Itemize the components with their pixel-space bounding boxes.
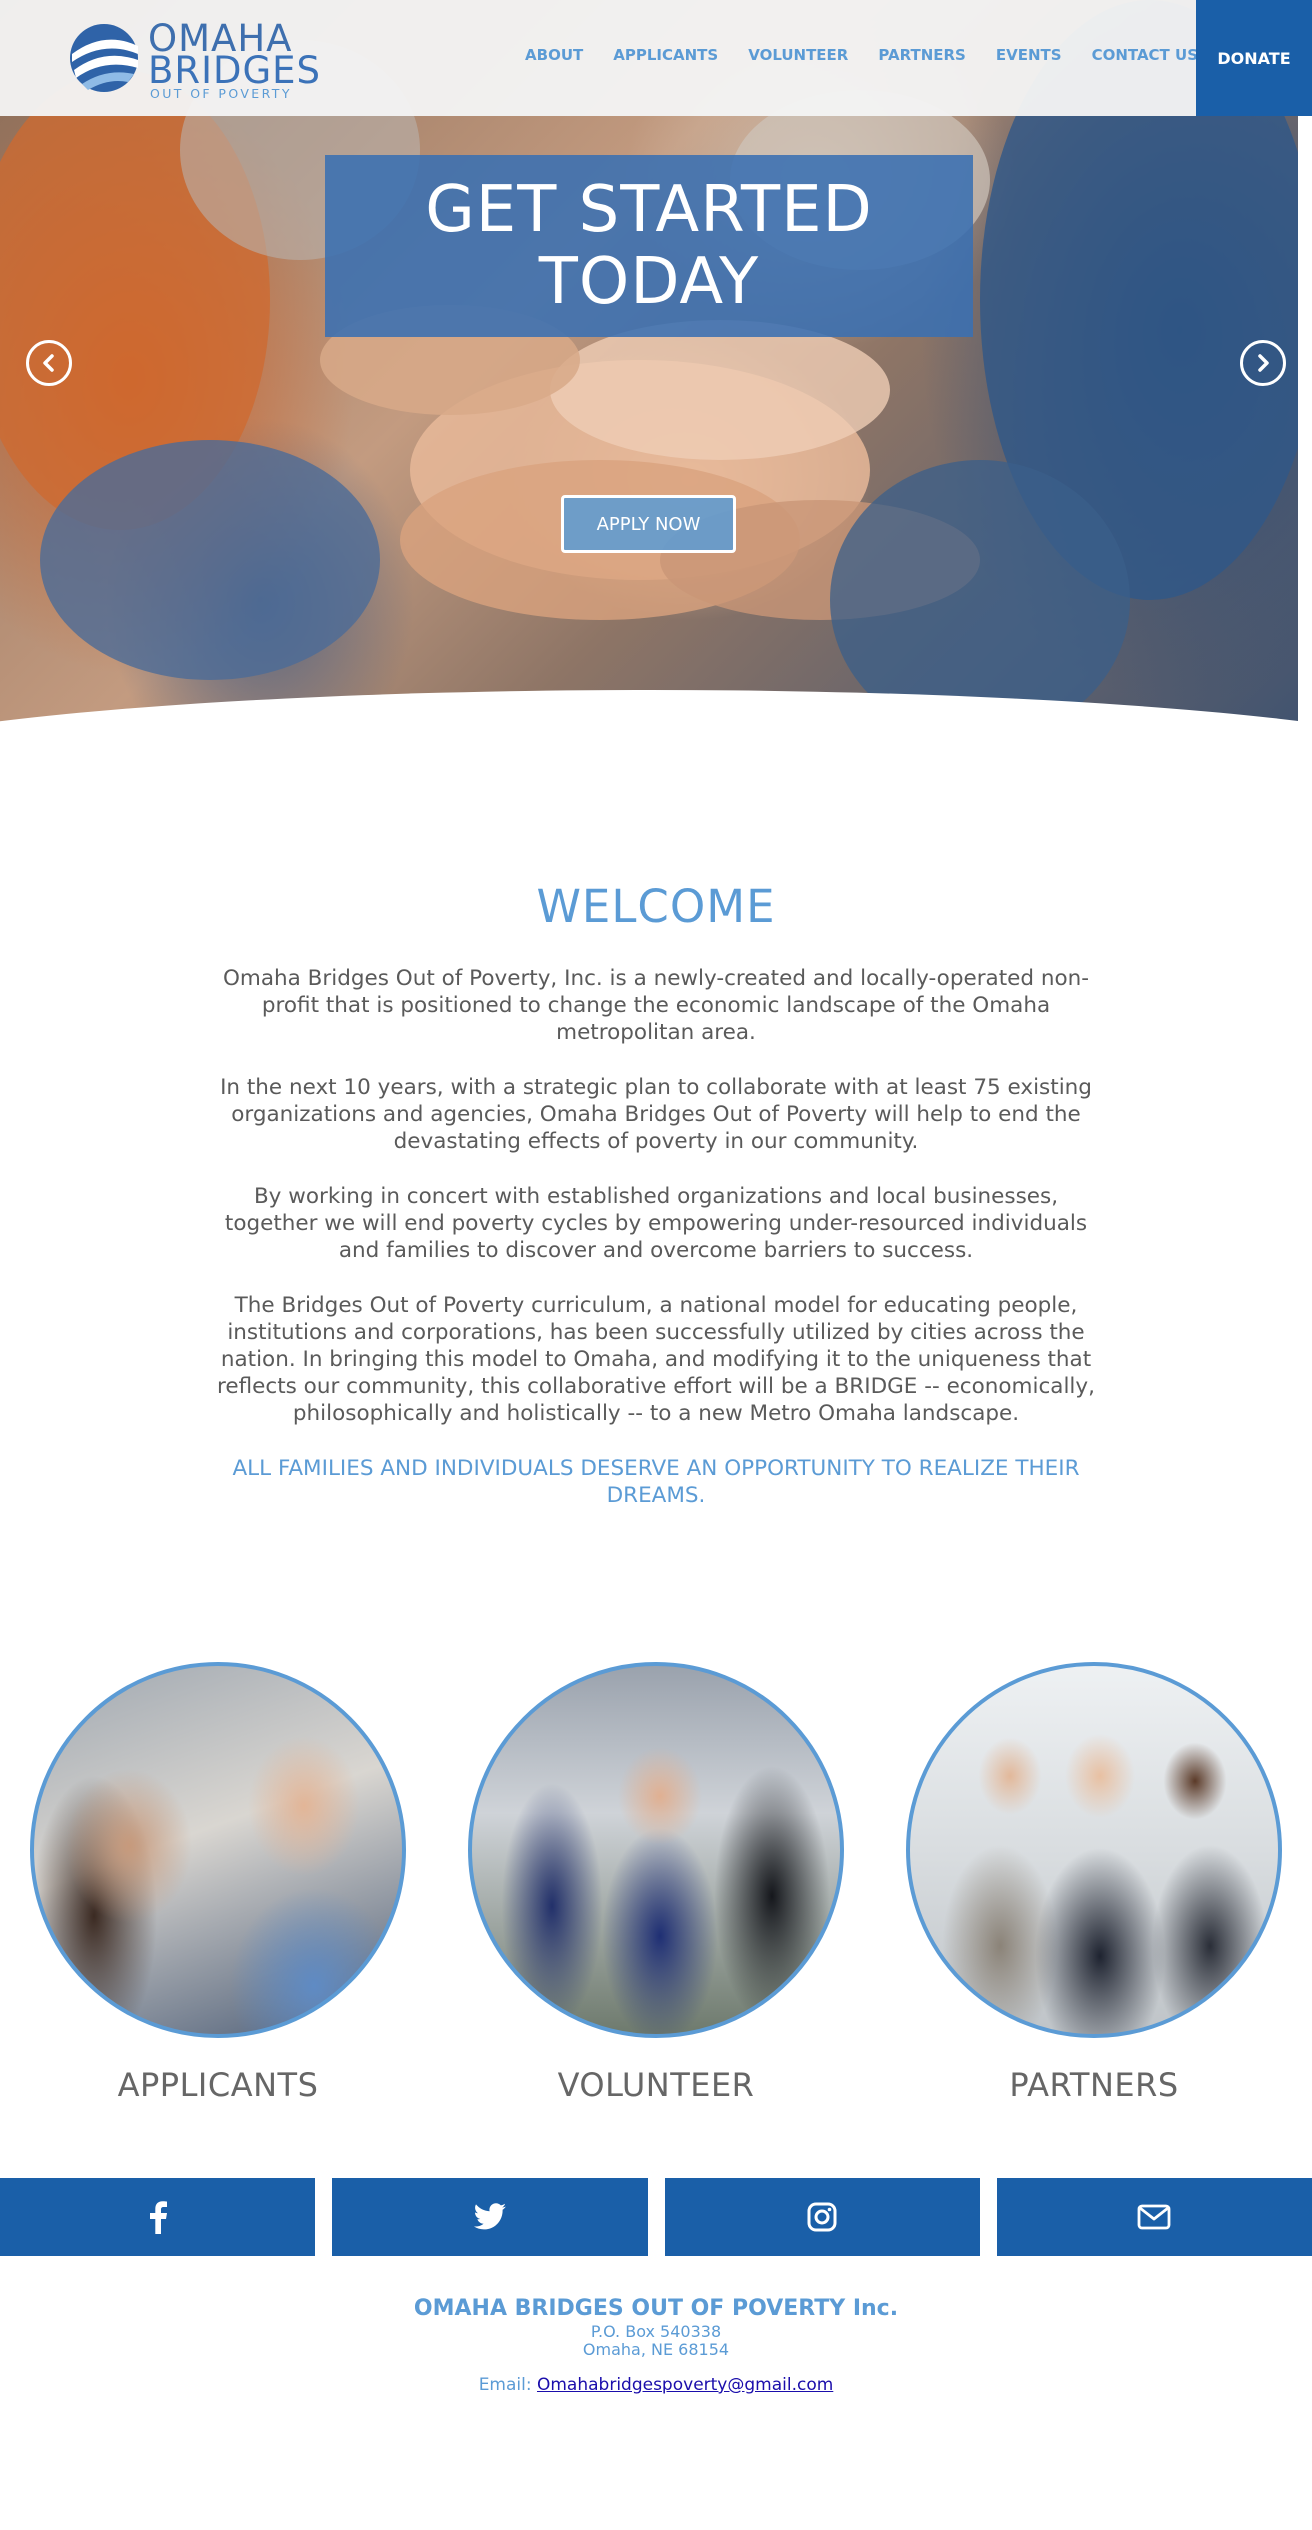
welcome-paragraph: In the next 10 years, with a strategic p…	[220, 1075, 1092, 1154]
chevron-right-icon	[1258, 354, 1269, 372]
card-label-applicants[interactable]: APPLICANTS	[28, 2066, 408, 2104]
carousel-next-button[interactable]	[1240, 340, 1286, 386]
applicants-photo[interactable]	[30, 1662, 406, 2038]
footer-email-link[interactable]: Omahabridgespoverty@gmail.com	[537, 2375, 833, 2395]
welcome-paragraph: By working in concert with established o…	[224, 1184, 1088, 1263]
nav-applicants[interactable]: APPLICANTS	[613, 46, 718, 64]
email-icon	[1137, 2204, 1171, 2230]
card-volunteer[interactable]: VOLUNTEER	[466, 1662, 846, 2104]
partners-photo[interactable]	[906, 1662, 1282, 2038]
bridge-logo-icon	[70, 24, 138, 92]
hero-title-box: GET STARTED TODAY	[325, 155, 973, 337]
logo-text-tagline: OUT OF POVERTY	[150, 86, 292, 101]
twitter-button[interactable]	[332, 2178, 648, 2256]
apply-now-button[interactable]: APPLY NOW	[561, 495, 736, 553]
email-button[interactable]	[996, 2178, 1312, 2256]
logo-text-bridges: BRIDGES	[148, 49, 322, 92]
page-edge	[1298, 116, 1312, 760]
nav-partners[interactable]: PARTNERS	[878, 46, 966, 64]
nav-events[interactable]: EVENTS	[996, 46, 1062, 64]
card-partners[interactable]: PARTNERS	[904, 1662, 1284, 2104]
program-cards: APPLICANTS VOLUNTEER PARTNERS	[0, 1662, 1312, 2112]
nav-volunteer[interactable]: VOLUNTEER	[748, 46, 848, 64]
footer-address-line-1: P.O. Box 540338	[590, 2322, 722, 2341]
card-label-volunteer[interactable]: VOLUNTEER	[466, 2066, 846, 2104]
site-logo[interactable]: OMAHA BRIDGES OUT OF POVERTY	[68, 18, 320, 101]
facebook-button[interactable]	[0, 2178, 316, 2256]
nav-about[interactable]: ABOUT	[525, 46, 583, 64]
facebook-icon	[149, 2201, 167, 2234]
nav-contact-us[interactable]: CONTACT US	[1092, 46, 1198, 64]
welcome-tagline: ALL FAMILIES AND INDIVIDUALS DESERVE AN …	[232, 1456, 1080, 1508]
main-nav: ABOUT APPLICANTS VOLUNTEER PARTNERS EVEN…	[525, 46, 1198, 64]
carousel-prev-button[interactable]	[26, 340, 72, 386]
instagram-button[interactable]	[664, 2178, 980, 2256]
welcome-paragraph: The Bridges Out of Poverty curriculum, a…	[217, 1293, 1095, 1426]
chevron-left-icon	[43, 354, 54, 372]
social-bar	[0, 2178, 1312, 2256]
site-header: OMAHA BRIDGES OUT OF POVERTY ABOUT APPLI…	[0, 0, 1312, 116]
footer-email: Email: Omahabridgespoverty@gmail.com	[0, 2375, 1312, 2395]
welcome-title: WELCOME	[536, 880, 776, 933]
card-applicants[interactable]: APPLICANTS	[28, 1662, 408, 2104]
site-footer: OMAHA BRIDGES OUT OF POVERTY Inc. P.O. B…	[0, 2296, 1312, 2395]
welcome-section: WELCOME Omaha Bridges Out of Poverty, In…	[0, 880, 1312, 1509]
card-label-partners[interactable]: PARTNERS	[904, 2066, 1284, 2104]
hero-title-line-2: TODAY	[538, 245, 760, 319]
footer-email-label: Email:	[478, 2375, 537, 2395]
instagram-icon	[807, 2202, 837, 2232]
donate-button[interactable]: DONATE	[1196, 0, 1312, 116]
twitter-icon	[473, 2203, 506, 2230]
footer-address-line-2: Omaha, NE 68154	[582, 2340, 730, 2359]
hero-title-line-1: GET STARTED	[425, 173, 873, 247]
footer-org-name: OMAHA BRIDGES OUT OF POVERTY Inc.	[413, 2296, 899, 2321]
volunteer-photo[interactable]	[468, 1662, 844, 2038]
welcome-paragraph: Omaha Bridges Out of Poverty, Inc. is a …	[222, 966, 1090, 1045]
